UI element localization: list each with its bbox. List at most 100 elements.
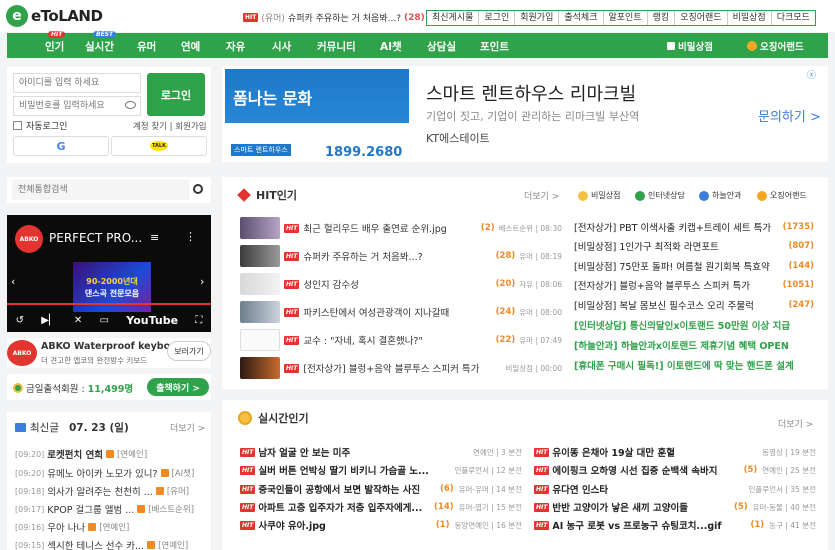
latest-more-link[interactable]: 더보기 > xyxy=(170,421,205,434)
table-row[interactable]: HIT 남자 얼굴 안 보는 미주 연예인 | 3 분전 xyxy=(240,444,522,460)
promo-title[interactable]: [하늘안과] 하늘안과x이토랜드 제휴기념 혜택 OPEN xyxy=(574,338,789,352)
table-row[interactable]: HIT 실버 버튼 언박싱 딸기 비키니 가슴골 노... 인플루언서 | 12 분… xyxy=(240,462,522,478)
promo-link[interactable]: [비밀상점] 복날 몸보신 필수코스 오리 주물럭 (247) xyxy=(574,297,814,312)
captions-icon[interactable]: ▭ xyxy=(100,315,109,326)
realtime-row-title[interactable]: 유다연 인스타 xyxy=(552,482,740,496)
table-row[interactable]: HIT 성인지 감수성 (20) 자유 | 08:06 xyxy=(240,273,562,295)
list-item[interactable]: [09:20] 유메노 아이카 노모가 있니? [AI챗] xyxy=(15,466,211,481)
nav-item-ai-chat[interactable]: AI챗 xyxy=(380,39,402,54)
realtime-row-title[interactable]: 사쿠야 유아.jpg xyxy=(258,518,432,532)
promo-title[interactable]: [비밀상점] 75만포 돌파! 여름철 원기회복 특효약 xyxy=(574,259,770,273)
abko-view-button[interactable]: 보러가기 xyxy=(167,341,211,361)
promo-title[interactable]: [비밀상점] 복날 몸보신 필수코스 오리 주물럭 xyxy=(574,298,754,312)
google-login-button[interactable]: G xyxy=(13,136,109,156)
nav-item-points[interactable]: 포인트 xyxy=(480,39,509,54)
playlist-icon[interactable]: ≡ xyxy=(150,231,159,244)
login-button[interactable]: 로그인 xyxy=(147,73,205,116)
promo-title[interactable]: [휴대폰 구매시 필독!] 이토랜드에 딱 맞는 핸드폰 설계 xyxy=(574,358,794,372)
promo-title[interactable]: [인터넷상담] 통신의달인x이토랜드 50만원 이상 지급 xyxy=(574,318,790,332)
table-row[interactable]: HIT AI 농구 로봇 vs 프로농구 슈팅코치...gif (1) 농구 | 41… xyxy=(534,517,816,533)
auto-login-toggle[interactable]: 자동로그인 xyxy=(13,119,67,132)
table-row[interactable]: HIT 중국인들이 공항에서 보면 발작하는 사진 (6) 유머-유머 | 14 분전 xyxy=(240,481,522,497)
hit-row-title[interactable]: 최근 헐리우드 배우 출연료 순위.jpg xyxy=(303,221,477,235)
latest-title-text[interactable]: 로켓펀치 연희 xyxy=(47,447,103,461)
realtime-row-title[interactable]: AI 농구 로봇 vs 프로농구 슈팅코치...gif xyxy=(552,518,747,532)
mute-icon[interactable]: ✕ xyxy=(74,315,82,326)
tag-secret-shop[interactable]: 비밀상점 xyxy=(578,190,620,201)
list-item[interactable]: [09:16] 우아 나나 [연예인] xyxy=(15,520,211,535)
top-link-dark-mode[interactable]: 다크모드 xyxy=(772,11,815,25)
promo-link[interactable]: [하늘안과] 하늘안과x이토랜드 제휴기념 혜택 OPEN xyxy=(574,337,814,352)
promo-link[interactable]: [비밀상점] 1인가구 최적화 라면포트 (807) xyxy=(574,238,814,253)
find-account-link[interactable]: 계정 찾기 | 회원가입 xyxy=(133,120,207,132)
post-thumbnail[interactable] xyxy=(240,329,280,351)
abko-title[interactable]: ABKO Waterproof keybo... xyxy=(41,341,181,352)
latest-title-text[interactable]: 우아 나나 xyxy=(47,520,85,534)
top-link-secret-shop[interactable]: 비밀상점 xyxy=(728,11,772,25)
nav-item-entertainment[interactable]: 연예 xyxy=(181,39,200,54)
post-thumbnail[interactable] xyxy=(240,357,280,379)
site-logo[interactable]: e eToLAND xyxy=(6,4,103,28)
nav-item-free[interactable]: 자유 xyxy=(226,39,245,54)
table-row[interactable]: HIT 파키스탄에서 여성관광객이 지나갈때 (24) 유머 | 08:00 xyxy=(240,301,562,323)
youtube-logo[interactable]: YouTube xyxy=(126,314,178,327)
attendance-button[interactable]: 출책하기 > xyxy=(147,378,209,396)
banner-ad-title[interactable]: 스마트 렌트하우스 리마크빌 xyxy=(426,80,636,106)
banner-ad[interactable]: 폼나는 문화 스마트 렌트하우스 1899.2680 스마트 렌트하우스 리마크… xyxy=(222,66,828,162)
hit-row-title[interactable]: 성인지 감수성 xyxy=(303,277,491,291)
search-input[interactable] xyxy=(12,180,189,200)
video-title[interactable]: PERFECT PRO... xyxy=(49,231,142,245)
table-row[interactable]: HIT 교수 : "자네, 혹시 결혼했나?" (22) 유머 | 07:49 xyxy=(240,329,562,351)
table-row[interactable]: HIT 사쿠야 유아.jpg (1) 동양연예인 | 16 분전 xyxy=(240,517,522,533)
realtime-row-title[interactable]: 에이핑크 오하영 시선 집중 순백색 속바지 xyxy=(552,463,740,477)
latest-title-text[interactable]: 유메노 아이카 노모가 있니? xyxy=(47,466,157,480)
promo-link[interactable]: [인터넷상담] 통신의달인x이토랜드 50만원 이상 지급 xyxy=(574,317,814,332)
realtime-row-title[interactable]: 유이똥 은채아 19살 대만 훈혈 xyxy=(552,445,754,459)
table-row[interactable]: HIT 유다연 인스타 인플루언서 | 35 분전 xyxy=(534,481,816,497)
kakao-login-button[interactable]: TALK xyxy=(111,136,207,156)
promo-title[interactable]: [전자상가] PBT 이색사출 키캡+트레이 세트 특가 xyxy=(574,220,771,234)
promo-link[interactable]: [전자상가] 블렁+음악 블루투스 스피커 특가 (1051) xyxy=(574,277,814,292)
nav-item-realtime[interactable]: BEST 실시간 xyxy=(85,31,117,54)
list-item[interactable]: [09:18] 의사가 알려주는 천천히 ... [유머] xyxy=(15,484,211,499)
top-link-ranking[interactable]: 랭킹 xyxy=(648,11,676,25)
promo-link[interactable]: [휴대폰 구매시 필독!] 이토랜드에 딱 맞는 핸드폰 설계 xyxy=(574,357,814,372)
table-row[interactable]: HIT 반반 고양이가 낳은 새끼 고양이들 (5) 유머-동물 | 40 분전 xyxy=(534,499,816,515)
post-thumbnail[interactable] xyxy=(240,217,280,239)
more-options-icon[interactable]: ⋮ xyxy=(185,230,196,243)
list-item[interactable]: [09:17] KPOP 걸그룹 앨범 ... [베스트순위] xyxy=(15,502,211,517)
checkbox-icon[interactable] xyxy=(13,121,22,130)
replay-icon[interactable]: ↺ xyxy=(16,315,24,326)
banner-ad-cta[interactable]: 문의하기 > xyxy=(758,106,821,125)
nav-item-humor[interactable]: 유머 xyxy=(137,39,156,54)
channel-logo[interactable]: ABKO xyxy=(15,225,43,253)
nav-squidland[interactable]: 오징어랜드 xyxy=(747,39,804,53)
top-link-squidland[interactable]: 오징어랜드 xyxy=(675,11,728,25)
list-item[interactable]: [09:15] 섹시한 테니스 선수 카... [연예인] xyxy=(15,538,211,550)
nav-item-current-affairs[interactable]: 시사 xyxy=(272,39,291,54)
table-row[interactable]: HIT 에이핑크 오하영 시선 집중 순백색 속바지 (5) 연예인 | 25 분전 xyxy=(534,462,816,478)
eye-off-icon[interactable] xyxy=(125,101,136,109)
table-row[interactable]: HIT [전자상가] 블렁+음악 블루투스 스피커 특가 비밀상점 | 00:0… xyxy=(240,357,562,379)
list-item[interactable]: [09:20] 로켓펀치 연희 [연예인] xyxy=(15,447,211,462)
top-link-login[interactable]: 로그인 xyxy=(479,11,516,25)
hit-ticker[interactable]: HIT (유머) 슈퍼카 주유하는 거 처음봐...? (28) xyxy=(243,11,425,24)
table-row[interactable]: HIT 아파트 고층 입주자가 저층 입주자에게... (14) 유머-엽기 | 15… xyxy=(240,499,522,515)
ad-choices-icon[interactable]: ⓧ xyxy=(807,68,816,81)
fullscreen-icon[interactable]: ⛶ xyxy=(195,315,202,326)
id-input[interactable] xyxy=(13,73,141,93)
realtime-row-title[interactable]: 실버 버튼 언박싱 딸기 비키니 가슴골 노... xyxy=(258,463,446,477)
next-arrow-icon[interactable]: › xyxy=(200,275,204,288)
top-link-signup[interactable]: 회원가입 xyxy=(515,11,560,25)
promo-link[interactable]: [비밀상점] 75만포 돌파! 여름철 원기회복 특효약 (144) xyxy=(574,258,814,273)
realtime-row-title[interactable]: 아파트 고층 입주자가 저층 입주자에게... xyxy=(258,500,431,514)
realtime-more-link[interactable]: 더보기 > xyxy=(778,417,813,430)
password-input[interactable] xyxy=(13,96,141,116)
hit-row-title[interactable]: 파키스탄에서 여성관광객이 지나갈때 xyxy=(303,305,491,319)
abko-ad[interactable]: ABKO ABKO Waterproof keybo... 더 견고한 앱코의 … xyxy=(7,338,211,368)
realtime-row-title[interactable]: 반반 고양이가 낳은 새끼 고양이들 xyxy=(552,500,731,514)
nav-item-counseling[interactable]: 상담실 xyxy=(427,39,456,54)
top-link-latest[interactable]: 최신게시물 xyxy=(427,11,480,25)
search-icon[interactable] xyxy=(193,184,203,194)
hit-row-title[interactable]: 슈퍼카 주유하는 거 처음봐...? xyxy=(303,249,491,263)
